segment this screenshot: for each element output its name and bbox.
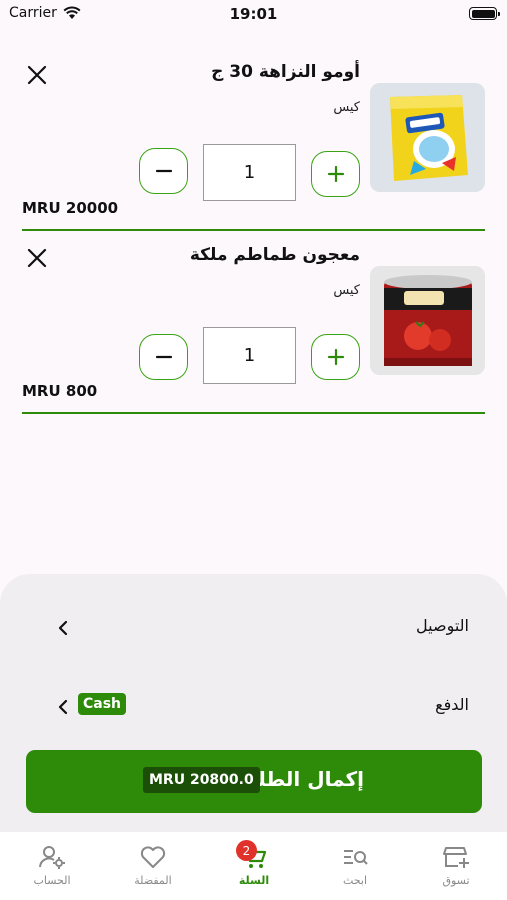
- increase-quantity-button[interactable]: [311, 334, 360, 380]
- nav-search[interactable]: ابحث: [315, 844, 395, 887]
- battery-icon: [469, 7, 500, 20]
- payment-row[interactable]: الدفع Cash: [0, 687, 507, 727]
- order-total: MRU 20800.0: [143, 767, 260, 793]
- product-image: [370, 266, 485, 375]
- nav-shop[interactable]: تسوق: [416, 844, 496, 887]
- quantity-input[interactable]: [203, 327, 296, 384]
- status-bar: Carrier 19:01: [0, 0, 507, 28]
- nav-cart[interactable]: 2 السلة: [214, 840, 294, 887]
- item-unit: كيس: [333, 283, 360, 298]
- nav-shop-label: تسوق: [442, 874, 470, 887]
- nav-search-label: ابحث: [342, 874, 368, 887]
- item-price: MRU 20000: [22, 199, 119, 217]
- quantity-input[interactable]: [203, 144, 296, 201]
- nav-account[interactable]: الحساب: [12, 844, 92, 887]
- item-unit: كيس: [333, 100, 360, 115]
- account-settings-icon: [39, 846, 65, 869]
- decrease-quantity-button[interactable]: [139, 148, 188, 194]
- remove-item-button[interactable]: [24, 62, 50, 88]
- plus-icon: [327, 165, 344, 183]
- payment-label: الدفع: [435, 695, 469, 714]
- nav-favorites-label: المفضلة: [134, 874, 172, 887]
- cart-item: أومو النزاهة 30 ج كيس MRU 20000: [22, 50, 485, 231]
- plus-icon: [327, 348, 344, 366]
- heart-icon: [140, 846, 166, 868]
- item-price: MRU 800: [22, 382, 98, 400]
- tomato-can-icon: [370, 266, 485, 375]
- bottom-nav: الحساب المفضلة 2 السلة ابحث تسوق: [0, 832, 507, 900]
- minus-icon: [155, 169, 172, 173]
- remove-item-button[interactable]: [24, 245, 50, 271]
- payment-method-badge[interactable]: Cash: [78, 693, 127, 715]
- chevron-left-icon[interactable]: [56, 699, 70, 715]
- item-name: أومو النزاهة 30 ج: [211, 62, 360, 82]
- increase-quantity-button[interactable]: [311, 151, 360, 197]
- delivery-label: التوصيل: [416, 616, 469, 635]
- cart-count-badge: 2: [236, 840, 257, 861]
- item-name: معجون طماطم ملكة: [189, 245, 360, 265]
- cart-item: معجون طماطم ملكة كيس MRU 800: [22, 233, 485, 414]
- minus-icon: [155, 355, 172, 359]
- detergent-pack-icon: [370, 83, 485, 192]
- nav-account-label: الحساب: [33, 874, 71, 887]
- product-image: [370, 83, 485, 192]
- order-summary-sheet: التوصيل الدفع Cash إكمال الطلب MRU 20800…: [0, 574, 507, 832]
- checkout-button[interactable]: إكمال الطلب MRU 20800.0: [26, 750, 482, 813]
- store-icon: [443, 847, 469, 868]
- delivery-row[interactable]: التوصيل: [0, 608, 507, 648]
- nav-favorites[interactable]: المفضلة: [113, 844, 193, 887]
- search-list-icon: [344, 850, 368, 865]
- status-time: 19:01: [229, 5, 278, 23]
- chevron-left-icon[interactable]: [56, 620, 70, 636]
- nav-cart-label: السلة: [238, 874, 270, 887]
- decrease-quantity-button[interactable]: [139, 334, 188, 380]
